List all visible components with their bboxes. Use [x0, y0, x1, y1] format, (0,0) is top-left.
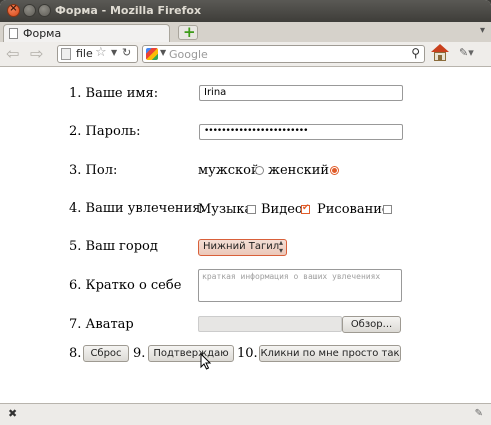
gender-male-label: мужской — [198, 163, 260, 178]
hobby-music-label: Музыка — [198, 202, 253, 217]
city-select-value: Нижний Тагил — [203, 241, 280, 252]
tab-strip: Форма + ▾ — [0, 22, 491, 43]
close-addon-bar-icon[interactable]: ✖ — [8, 407, 17, 420]
password-field[interactable]: •••••••••••••••••••••••• — [199, 124, 403, 140]
url-bar[interactable]: file ☆ ▼ ↻ — [57, 45, 138, 63]
hobby-drawing-label: Рисование — [317, 202, 390, 217]
addon-icon[interactable]: ✎▾ — [459, 46, 474, 59]
status-bar: ✖ ✎ — [0, 403, 491, 425]
minimize-window-button[interactable] — [23, 4, 36, 17]
home-icon[interactable] — [431, 44, 449, 62]
tab-forma[interactable]: Форма — [3, 24, 170, 42]
avatar-file-field[interactable] — [198, 316, 342, 332]
google-icon[interactable] — [146, 48, 158, 60]
mouse-cursor-icon — [200, 353, 212, 370]
page-content: 1. Ваше имя: Irina 2. Пароль: ••••••••••… — [0, 67, 491, 403]
just-click-button[interactable]: Кликни по мне просто так — [259, 345, 401, 362]
close-icon: × — [9, 3, 18, 14]
reset-number: 8. — [69, 346, 82, 361]
url-text: file — [76, 47, 93, 60]
resize-grip-icon[interactable]: ✎ — [475, 408, 483, 419]
forward-icon[interactable]: ⇨ — [30, 44, 43, 63]
gender-female-label: женский — [268, 163, 330, 178]
avatar-label: 7. Аватар — [69, 317, 134, 332]
just-click-number: 10. — [237, 346, 258, 361]
city-select[interactable]: Нижний Тагил ▴ ▾ — [198, 239, 287, 256]
gender-female-radio[interactable] — [330, 166, 339, 175]
search-engine-dropdown-icon[interactable]: ▼ — [160, 48, 166, 57]
plus-icon: + — [183, 23, 196, 41]
confirm-button[interactable]: Подтверждаю — [148, 345, 234, 362]
name-field[interactable]: Irina — [199, 85, 403, 101]
confirm-number: 9. — [133, 346, 146, 361]
tab-label: Форма — [23, 27, 62, 40]
hobbies-label: 4. Ваши увлечения: — [69, 201, 205, 216]
navigation-toolbar: ⇦ ⇨ file ☆ ▼ ↻ ▼ ⚲ ✎▾ — [0, 42, 491, 67]
new-tab-button[interactable]: + — [178, 23, 198, 41]
hobby-music-checkbox[interactable] — [247, 205, 256, 214]
reset-button[interactable]: Сброс — [83, 345, 129, 362]
search-icon[interactable]: ⚲ — [411, 46, 420, 60]
close-window-button[interactable]: × — [7, 3, 20, 17]
url-history-dropdown-icon[interactable]: ▼ — [111, 48, 117, 57]
name-label: 1. Ваше имя: — [69, 86, 159, 101]
back-icon[interactable]: ⇦ — [6, 44, 19, 63]
page-icon — [61, 48, 71, 60]
reload-icon[interactable]: ↻ — [122, 46, 131, 59]
updown-arrows-icon: ▴ ▾ — [278, 238, 283, 255]
search-input[interactable] — [169, 47, 399, 61]
search-bar[interactable]: ▼ ⚲ — [142, 45, 425, 63]
password-label: 2. Пароль: — [69, 124, 141, 139]
page-icon — [9, 28, 18, 39]
window-title: Форма - Mozilla Firefox — [55, 4, 202, 17]
browser-window: × Форма - Mozilla Firefox Форма + ▾ ⇦ ⇨ … — [0, 0, 491, 425]
hobby-video-label: Видео — [261, 202, 303, 217]
list-tabs-icon[interactable]: ▾ — [480, 25, 485, 36]
bookmark-star-icon[interactable]: ☆ — [95, 45, 107, 60]
about-label: 6. Кратко о себе — [69, 278, 182, 293]
hobby-drawing-checkbox[interactable] — [383, 205, 392, 214]
city-label: 5. Ваш город — [69, 239, 158, 254]
browse-button[interactable]: Обзор... — [342, 316, 401, 333]
gender-male-radio[interactable] — [255, 166, 264, 175]
maximize-window-button[interactable] — [38, 4, 51, 17]
gender-label: 3. Пол: — [69, 163, 118, 178]
hobby-video-checkbox[interactable] — [301, 203, 310, 214]
title-bar: × Форма - Mozilla Firefox — [0, 0, 491, 22]
about-textarea[interactable]: краткая информация о ваших увлечениях — [198, 269, 402, 302]
